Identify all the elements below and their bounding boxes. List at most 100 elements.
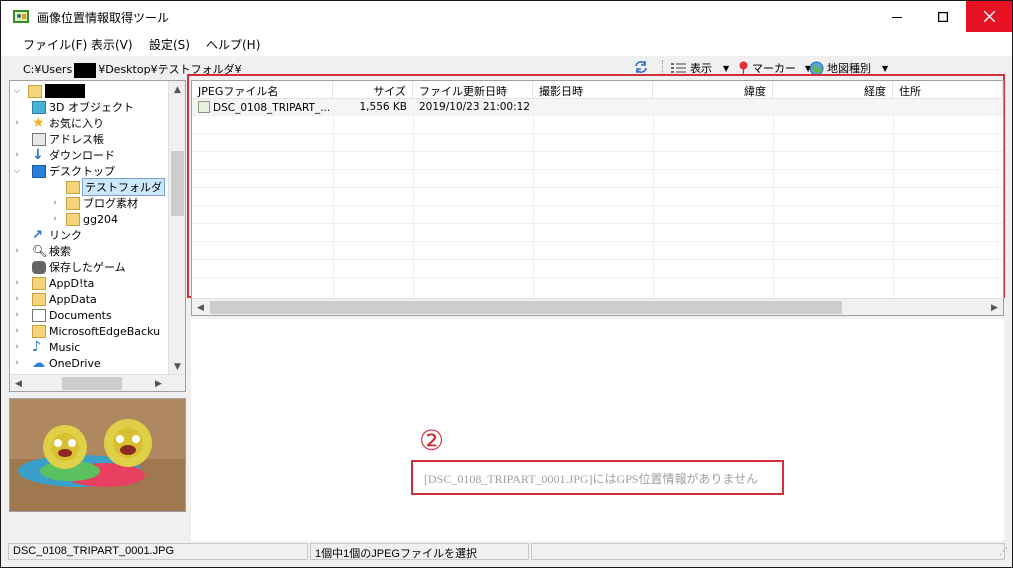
tree-vertical-scrollbar[interactable]: ▲ ▼: [168, 81, 185, 375]
tree-item-label: Music: [49, 340, 81, 354]
status-filename: DSC_0108_TRIPART_0001.JPG: [8, 543, 308, 560]
tree-item-3d-objects[interactable]: 3D オブジェクト: [32, 99, 134, 115]
tree-item-label: テストフォルダ: [82, 178, 165, 196]
menu-help[interactable]: ヘルプ(H): [206, 36, 260, 53]
cell-longitude: [773, 99, 893, 116]
chevron-right-icon: ›: [15, 342, 19, 352]
cell-modified: 2019/10/23 21:00:12: [419, 101, 531, 113]
empty-row: [192, 153, 1003, 170]
photo-thumbnail-image: [10, 399, 185, 511]
column-header-taken[interactable]: 撮影日時: [533, 81, 653, 99]
tree-item-test-folder[interactable]: テストフォルダ: [66, 178, 165, 196]
list-horizontal-scrollbar[interactable]: ◀ ▶: [192, 298, 1003, 315]
tree-item-edge-backup[interactable]: › MicrosoftEdgeBacku: [15, 323, 160, 339]
cell-latitude: [653, 99, 773, 116]
scroll-right-icon[interactable]: ▶: [986, 299, 1003, 315]
redacted-username: [45, 84, 85, 98]
tree-item-documents[interactable]: › Documents: [15, 307, 112, 323]
status-bar: DSC_0108_TRIPART_0001.JPG 1個中1個のJPEGファイル…: [1, 541, 1012, 567]
chevron-down-icon: ⌵: [13, 166, 21, 176]
tree-item-label: ブログ素材: [83, 197, 138, 210]
table-row[interactable]: DSC_0108_TRIPART_... 1,556 KB 2019/10/23…: [192, 99, 1003, 116]
redacted-username: [74, 62, 97, 78]
tree-item-favorites[interactable]: › ★ お気に入り: [15, 114, 104, 131]
tree-item-appdita[interactable]: › AppD!ta: [15, 275, 94, 291]
scroll-up-icon[interactable]: ▲: [169, 81, 185, 98]
column-header-filename[interactable]: JPEGファイル名: [192, 81, 333, 99]
tree-item-searches[interactable]: › 🔍︎ 検索: [15, 243, 71, 259]
scroll-thumb[interactable]: [62, 377, 122, 390]
cell-size: 1,556 KB: [359, 101, 408, 113]
chevron-right-icon: ›: [15, 278, 19, 288]
tree-item-label: アドレス帳: [49, 133, 104, 146]
map-pin-icon: [739, 61, 748, 75]
filename-text: DSC_0108_TRIPART_...: [213, 102, 331, 114]
column-header-address[interactable]: 住所: [893, 81, 1003, 99]
column-header-longitude[interactable]: 経度: [773, 81, 893, 99]
scroll-down-icon[interactable]: ▼: [169, 358, 185, 375]
folder-tree[interactable]: ⌵ 3D オブジェクト › ★ お気に入り アドレス帳 › ↓ ダウンロード ⌵…: [9, 80, 186, 392]
link-arrow-icon: ↗: [32, 227, 43, 243]
view-list-icon: [671, 63, 686, 73]
chevron-right-icon: ›: [15, 358, 19, 368]
no-gps-message: [DSC_0108_TRIPART_0001.JPG]にはGPS位置情報がありま…: [424, 472, 759, 486]
refresh-button[interactable]: [633, 60, 649, 74]
tree-item-label: デスクトップ: [49, 165, 115, 178]
cell-filename: DSC_0108_TRIPART_...: [192, 99, 333, 116]
column-header-modified[interactable]: ファイル更新日時: [413, 81, 533, 99]
cube-3d-icon: [32, 100, 46, 114]
jpeg-file-icon: [198, 101, 210, 113]
image-thumbnail: [9, 398, 186, 512]
scroll-left-icon[interactable]: ◀: [10, 375, 27, 391]
folder-icon: [66, 180, 80, 194]
title-bar: 画像位置情報取得ツール: [1, 1, 1012, 32]
app-photo-icon: [13, 10, 29, 23]
tree-item-contacts[interactable]: アドレス帳: [32, 131, 104, 147]
chevron-down-icon: ⌵: [13, 86, 21, 96]
column-header-latitude[interactable]: 緯度: [653, 81, 773, 99]
close-button[interactable]: [966, 1, 1012, 32]
tree-item-downloads[interactable]: › ↓ ダウンロード: [15, 147, 115, 163]
tree-item-desktop[interactable]: ⌵ デスクトップ: [14, 163, 115, 179]
tree-item-saved-games[interactable]: 保存したゲーム: [32, 259, 126, 275]
annotation-number-2: ②: [419, 424, 445, 457]
chevron-right-icon: ›: [53, 214, 57, 224]
menu-view[interactable]: 表示(V): [91, 36, 133, 53]
scroll-right-icon[interactable]: ▶: [150, 375, 167, 391]
empty-row: [192, 207, 1003, 224]
column-header-size[interactable]: サイズ: [333, 81, 413, 99]
star-icon: ★: [32, 114, 45, 131]
scroll-thumb[interactable]: [171, 151, 184, 216]
folder-icon: [32, 276, 46, 290]
tree-horizontal-scrollbar[interactable]: ◀ ▶: [10, 374, 185, 391]
tree-item-label: お気に入り: [49, 117, 104, 130]
chevron-right-icon: ›: [15, 118, 19, 128]
minimize-icon: [892, 16, 902, 18]
map-view[interactable]: [191, 319, 1004, 541]
empty-row: [192, 189, 1003, 206]
minimize-button[interactable]: [874, 1, 920, 32]
empty-row: [192, 135, 1003, 152]
tree-item-blog-materials[interactable]: › ブログ素材: [53, 195, 138, 211]
maximize-button[interactable]: [920, 1, 966, 32]
folder-icon: [32, 324, 46, 338]
folder-icon: [66, 212, 80, 226]
tree-item-label: AppData: [49, 292, 97, 306]
resize-grip-icon[interactable]: ⋰: [999, 547, 1008, 557]
scroll-thumb[interactable]: [210, 301, 842, 314]
tree-root[interactable]: ⌵: [12, 83, 85, 99]
scroll-left-icon[interactable]: ◀: [192, 299, 209, 315]
menu-settings[interactable]: 設定(S): [149, 36, 190, 53]
tree-item-onedrive[interactable]: › ☁ OneDrive: [15, 355, 101, 371]
menu-file[interactable]: ファイル(F): [23, 36, 87, 53]
tree-item-label: Documents: [49, 308, 112, 322]
tree-item-music[interactable]: › ♪ Music: [15, 338, 81, 355]
chevron-right-icon: ›: [15, 294, 19, 304]
tree-item-gg204[interactable]: › gg204: [53, 211, 118, 227]
tree-item-links[interactable]: ↗ リンク: [32, 227, 82, 243]
gamepad-icon: [32, 260, 46, 274]
music-note-icon: ♪: [32, 338, 41, 355]
tree-item-appdata[interactable]: › AppData: [15, 291, 97, 307]
path-prefix: C:¥Users: [23, 63, 73, 76]
jpeg-file-list[interactable]: JPEGファイル名 サイズ ファイル更新日時 撮影日時 緯度 経度 住所 DSC…: [191, 80, 1004, 316]
